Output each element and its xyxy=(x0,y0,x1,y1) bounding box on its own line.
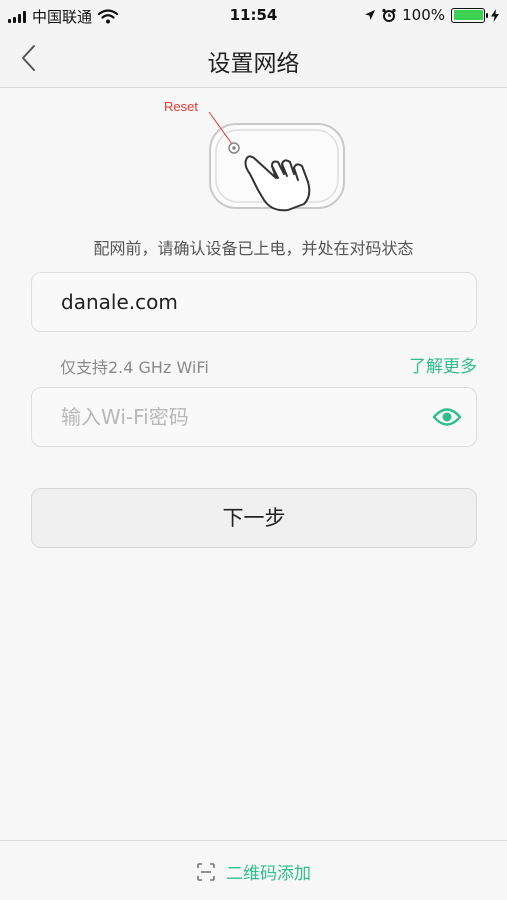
support-note: 仅支持2.4 GHz WiFi xyxy=(60,358,209,377)
nav-bar: 设置网络 xyxy=(0,30,507,88)
status-right: 100% xyxy=(364,6,499,24)
reset-label: Reset xyxy=(164,99,198,114)
eye-icon[interactable] xyxy=(432,404,462,430)
battery-icon xyxy=(451,7,488,23)
battery-fill xyxy=(453,10,483,20)
charging-bolt-icon xyxy=(491,8,499,22)
wifi-name-field[interactable]: danale.com xyxy=(31,272,477,332)
password-input[interactable] xyxy=(61,388,421,446)
page-title: 设置网络 xyxy=(207,51,300,77)
status-bar: 中国联通 11:54 100% xyxy=(0,0,507,30)
reset-illustration: Reset xyxy=(160,96,350,216)
location-arrow-icon xyxy=(365,10,376,20)
alarm-icon xyxy=(382,8,396,22)
password-field xyxy=(31,387,477,447)
learn-more-link[interactable]: 了解更多 xyxy=(409,352,477,377)
setup-hint: 配网前，请确认设备已上电，并处在对码状态 xyxy=(93,239,414,258)
wifi-name-value: danale.com xyxy=(61,290,178,314)
support-row: 仅支持2.4 GHz WiFi 了解更多 xyxy=(31,352,477,377)
next-step-button[interactable]: 下一步 xyxy=(31,488,477,548)
scan-icon xyxy=(197,862,215,881)
qr-add-button[interactable]: 二维码添加 xyxy=(0,859,507,884)
bottom-bar: 二维码添加 xyxy=(0,840,507,900)
qr-add-label: 二维码添加 xyxy=(226,864,311,884)
battery-percent: 100% xyxy=(402,6,445,24)
